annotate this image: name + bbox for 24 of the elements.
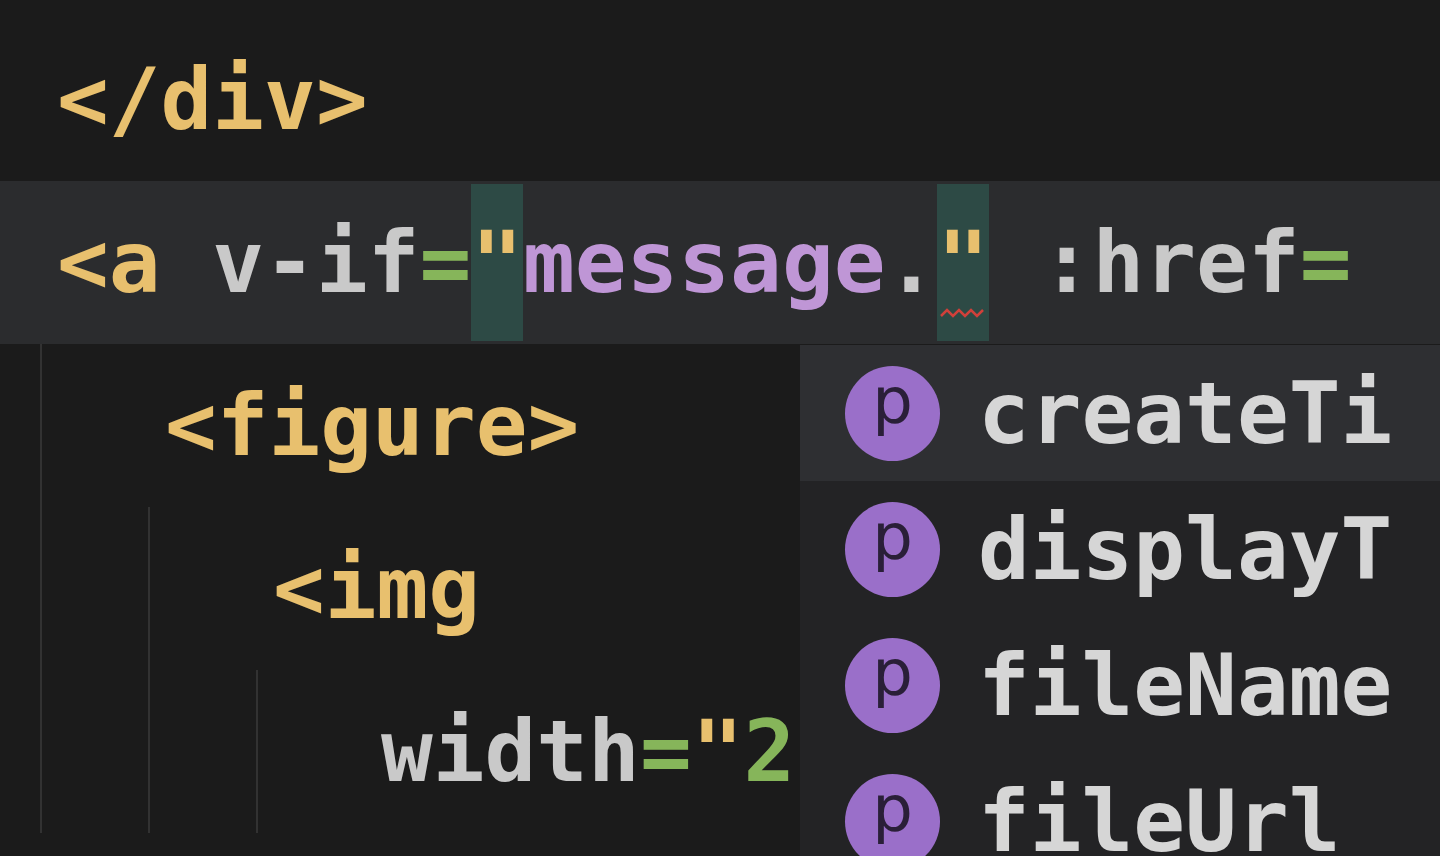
attribute-name: width: [381, 700, 640, 803]
quote-mark: ": [937, 212, 989, 312]
equals-sign: =: [639, 700, 692, 803]
tag-text: <img: [273, 537, 481, 640]
attribute-value: message: [523, 211, 886, 314]
tag-text: <figure>: [165, 374, 580, 477]
attribute-name: v-if: [211, 211, 420, 314]
suggestion-item[interactable]: p createTi: [800, 345, 1440, 481]
equals-sign: =: [419, 211, 472, 314]
attribute-name: :href: [1039, 211, 1300, 314]
property-icon: p: [845, 773, 940, 856]
suggestion-item[interactable]: p fileName: [800, 617, 1440, 753]
suggestion-item[interactable]: p fileUrl: [800, 753, 1440, 856]
number-text: 2: [743, 700, 796, 803]
tag-text: </div>: [57, 48, 368, 151]
suggestion-item[interactable]: p displayT: [800, 481, 1440, 617]
property-icon: p: [845, 365, 940, 461]
quote-mark: ": [691, 700, 744, 803]
property-icon: p: [845, 501, 940, 597]
tag-text: <a: [57, 211, 161, 314]
equals-sign: =: [1299, 211, 1352, 314]
quote-mark: ": [471, 212, 523, 312]
property-icon: p: [845, 637, 940, 733]
dot-text: .: [885, 211, 938, 314]
